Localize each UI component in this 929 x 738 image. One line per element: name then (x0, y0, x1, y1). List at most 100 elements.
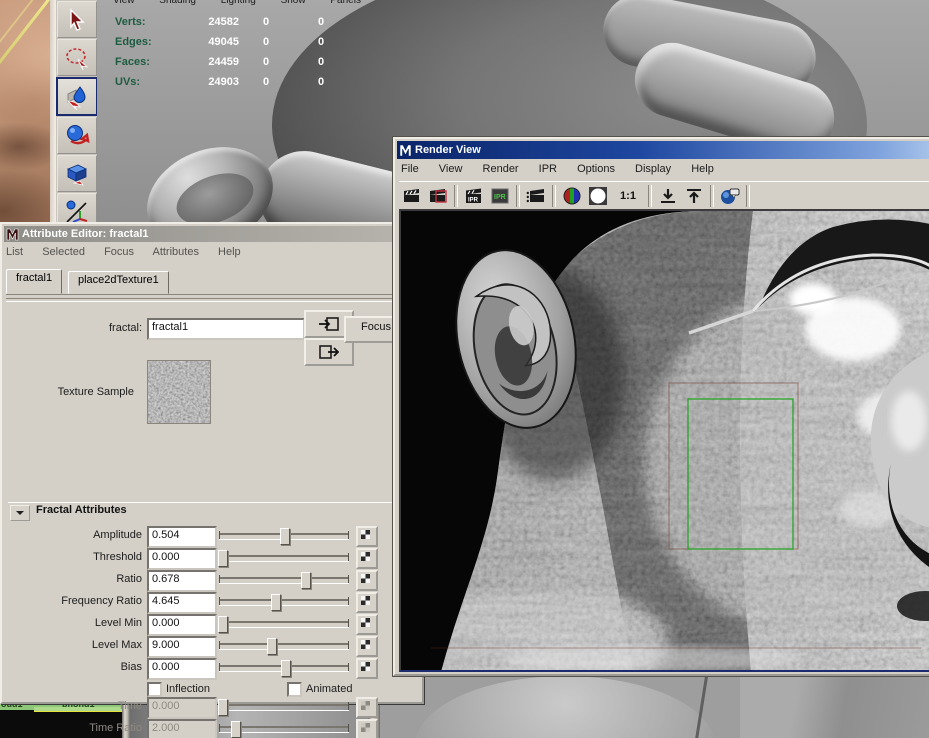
display-alpha-channel-button[interactable] (585, 185, 611, 207)
map-texture-button[interactable] (356, 548, 378, 569)
attr-slider[interactable] (219, 577, 349, 584)
snapshot-button[interactable] (523, 185, 549, 207)
rv-menu-help[interactable]: Help (691, 163, 714, 175)
render-globals-button[interactable] (717, 185, 743, 207)
slider-handle[interactable] (280, 528, 290, 545)
paint-select-droplet-icon (64, 84, 90, 110)
ae-menu-attributes[interactable]: Attributes (152, 246, 198, 258)
attr-label: Time Ratio (4, 722, 142, 734)
attr-input[interactable]: 4.645 (147, 592, 217, 614)
attr-slider[interactable] (219, 533, 349, 540)
attr-label: Time (4, 700, 142, 712)
attr-label: Level Min (4, 617, 142, 629)
paint-selection-tool-button[interactable] (56, 77, 98, 116)
node-name-input[interactable]: fractal1 (147, 318, 305, 340)
rendered-image-area[interactable] (399, 209, 929, 672)
hud-value: 0 (239, 76, 293, 88)
slider-handle[interactable] (218, 616, 228, 633)
toolbar-separator (648, 185, 652, 207)
remove-image-button[interactable] (681, 185, 707, 207)
hud-value: 0 (239, 36, 293, 48)
rv-menu-render[interactable]: Render (483, 163, 519, 175)
checker-map-icon (361, 574, 370, 583)
checker-map-icon (361, 723, 370, 732)
redo-previous-render-button[interactable] (425, 185, 451, 207)
animated-checkbox[interactable] (287, 682, 302, 697)
rv-menu-options[interactable]: Options (577, 163, 615, 175)
tab-place2dtexture1[interactable]: place2dTexture1 (68, 271, 169, 294)
map-texture-button[interactable] (356, 570, 378, 591)
svg-text:IPR: IPR (494, 194, 506, 201)
attr-slider[interactable] (219, 643, 349, 650)
select-tool-button[interactable] (57, 1, 97, 38)
viewport-menu-lighting[interactable]: Lighting (221, 0, 256, 6)
slider-handle[interactable] (267, 638, 277, 655)
slider-handle[interactable] (281, 660, 291, 677)
rv-menu-view[interactable]: View (439, 163, 463, 175)
zoom-one-to-one-button[interactable]: 1:1 (611, 185, 645, 207)
hud-label: Edges: (115, 36, 181, 48)
ipr-update-button[interactable]: IPR (487, 185, 513, 207)
attr-input[interactable]: 0.000 (147, 658, 217, 680)
hud-label: Verts: (115, 16, 181, 28)
hud-label: Faces: (115, 56, 181, 68)
attr-input[interactable]: 0.678 (147, 570, 217, 592)
ipr-render-button[interactable]: IPR (461, 185, 487, 207)
attr-input[interactable]: 9.000 (147, 636, 217, 658)
ae-menu-focus[interactable]: Focus (104, 246, 134, 258)
keep-image-button[interactable] (655, 185, 681, 207)
map-texture-button[interactable] (356, 526, 378, 547)
viewport-menu-shading[interactable]: Shading (159, 0, 196, 6)
attr-slider[interactable] (219, 621, 349, 628)
ipr-render-clapper-icon: IPR (464, 188, 484, 204)
attr-slider[interactable] (219, 665, 349, 672)
attr-input[interactable]: 0.000 (147, 614, 217, 636)
attr-slider[interactable] (219, 555, 349, 562)
map-texture-button[interactable] (356, 614, 378, 635)
maya-desktop: View Shading Lighting Show Panels Verts:… (0, 0, 929, 738)
skin-texture-image (0, 0, 55, 222)
render-view-window: Render View File View Render IPR Options… (393, 137, 929, 676)
tab-fractal1[interactable]: fractal1 (6, 269, 62, 294)
rendered-head-image (401, 211, 929, 672)
rv-menu-file[interactable]: File (401, 163, 419, 175)
render-current-frame-button[interactable] (399, 185, 425, 207)
rv-menu-ipr[interactable]: IPR (539, 163, 557, 175)
lasso-select-tool-button[interactable] (57, 39, 97, 76)
ae-menu-selected[interactable]: Selected (42, 246, 85, 258)
map-texture-button[interactable] (356, 592, 378, 613)
attr-input[interactable]: 0.000 (147, 548, 217, 570)
inflection-checkbox[interactable] (147, 682, 162, 697)
move-tool-button[interactable] (57, 117, 97, 154)
toolbar-separator (710, 185, 714, 207)
collapse-section-button[interactable] (10, 505, 30, 521)
model-jaw-shading (740, 672, 929, 738)
display-rgb-channels-button[interactable] (559, 185, 585, 207)
ae-menu-help[interactable]: Help (218, 246, 241, 258)
rv-menu-display[interactable]: Display (635, 163, 671, 175)
attr-slider[interactable] (219, 599, 349, 606)
map-texture-button[interactable] (356, 658, 378, 679)
scale-tool-button[interactable] (57, 155, 97, 192)
viewport-menu-show[interactable]: Show (281, 0, 306, 6)
node-name-label: fractal: (4, 322, 142, 334)
render-view-titlebar[interactable]: Render View (397, 141, 929, 159)
toolbar-separator (454, 185, 458, 207)
map-texture-button[interactable] (356, 636, 378, 657)
slider-handle (218, 699, 228, 716)
viewport-menu-panels[interactable]: Panels (330, 0, 361, 6)
slider-handle[interactable] (301, 572, 311, 589)
viewport-menu-view[interactable]: View (113, 0, 135, 6)
ae-menu-list[interactable]: List (6, 246, 23, 258)
alpha-channel-icon (589, 187, 607, 205)
texture-sample-swatch[interactable] (147, 360, 211, 424)
slider-handle[interactable] (218, 550, 228, 567)
checker-map-icon (361, 530, 370, 539)
attribute-editor-titlebar[interactable]: Attribute Editor: fractal1 _ (4, 226, 420, 242)
toolbar-separator (746, 185, 750, 207)
maya-logo-icon (6, 228, 19, 241)
hair-strand (0, 0, 33, 71)
window-title: Render View (415, 144, 481, 156)
slider-handle[interactable] (271, 594, 281, 611)
attr-input[interactable]: 0.504 (147, 526, 217, 548)
